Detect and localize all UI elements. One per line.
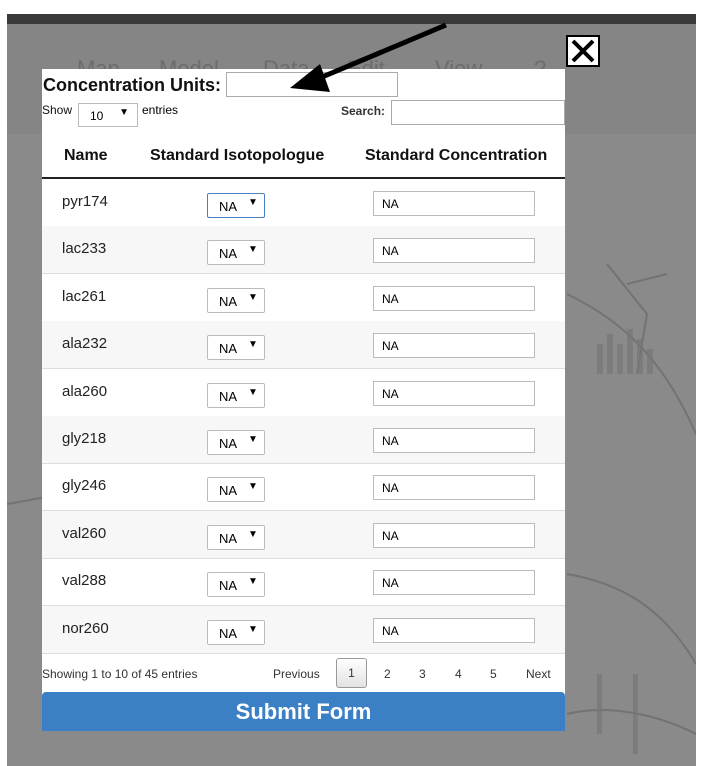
isotopologue-value: NA <box>219 436 238 451</box>
row-name: ala260 <box>62 382 108 400</box>
isotopologue-value: NA <box>219 293 238 309</box>
isotopologue-select[interactable]: NA ▼ <box>207 619 265 645</box>
caret-down-icon: ▼ <box>248 528 258 540</box>
concentration-value: NA <box>382 244 399 259</box>
row-name: nor260 <box>62 619 109 637</box>
concentration-input[interactable]: NA <box>373 285 535 311</box>
isotopologue-value: NA <box>219 483 238 499</box>
pagination-page-3[interactable]: 3 <box>419 667 426 681</box>
table-row: ala232 NA ▼ NA <box>42 321 565 370</box>
caret-down-icon: ▼ <box>248 481 258 493</box>
concentration-modal: Concentration Units: Show 10 ▼ entries S… <box>42 69 565 731</box>
search-input[interactable] <box>391 100 565 125</box>
concentration-value: NA <box>382 623 399 638</box>
isotopologue-value: NA <box>219 246 238 262</box>
concentration-value: NA <box>382 434 399 448</box>
concentration-value: NA <box>382 386 399 401</box>
isotopologue-value: NA <box>219 341 238 357</box>
header-standard-isotopologue[interactable]: Standard Isotopologue <box>150 147 324 165</box>
caret-down-icon: ▼ <box>248 291 258 303</box>
concentration-input[interactable]: NA <box>373 238 535 264</box>
caret-down-icon: ▼ <box>248 339 258 351</box>
isotopologue-select[interactable]: NA ▼ <box>207 193 265 218</box>
table-row: pyr174 NA ▼ NA <box>42 179 565 227</box>
entries-label: entries <box>142 103 179 117</box>
table-row: lac233 NA ▼ NA <box>42 226 565 275</box>
isotopologue-select[interactable]: NA ▼ <box>207 335 265 361</box>
pagination-next[interactable]: Next <box>526 667 551 681</box>
concentration-input[interactable]: NA <box>373 522 535 548</box>
concentration-value: NA <box>382 291 399 306</box>
isotopologue-value: NA <box>219 625 238 641</box>
concentration-input[interactable]: NA <box>373 428 535 453</box>
row-name: val288 <box>62 572 107 590</box>
isotopologue-value: NA <box>219 199 238 214</box>
isotopologue-select[interactable]: NA ▼ <box>207 430 265 455</box>
header-name[interactable]: Name <box>64 147 108 165</box>
pagination-page-5[interactable]: 5 <box>490 667 497 681</box>
caret-down-icon: ▼ <box>248 386 258 398</box>
row-name: ala232 <box>62 335 108 353</box>
isotopologue-select[interactable]: NA ▼ <box>207 240 265 266</box>
table-info: Showing 1 to 10 of 45 entries <box>42 667 198 681</box>
isotopologue-select[interactable]: NA ▼ <box>207 524 265 550</box>
submit-form-button[interactable]: Submit Form <box>42 692 565 731</box>
table-row: lac261 NA ▼ NA <box>42 274 565 322</box>
concentration-input[interactable]: NA <box>373 475 535 501</box>
page-length-value: 10 <box>90 109 104 123</box>
concentration-input[interactable]: NA <box>373 191 535 216</box>
concentration-value: NA <box>382 481 399 496</box>
pagination-previous[interactable]: Previous <box>273 667 320 681</box>
header-standard-concentration[interactable]: Standard Concentration <box>365 147 547 165</box>
isotopologue-select[interactable]: NA ▼ <box>207 572 265 598</box>
concentration-value: NA <box>382 197 399 211</box>
table-row: ala260 NA ▼ NA <box>42 369 565 417</box>
close-button[interactable] <box>566 35 600 67</box>
row-name: pyr174 <box>62 193 108 210</box>
row-name: gly218 <box>62 430 107 447</box>
row-name: val260 <box>62 524 107 542</box>
caret-down-icon: ▼ <box>248 197 258 208</box>
concentration-input[interactable]: NA <box>373 617 535 643</box>
concentration-value: NA <box>382 528 399 543</box>
isotopologue-value: NA <box>219 578 238 594</box>
row-name: lac261 <box>62 287 107 305</box>
caret-down-icon: ▼ <box>248 623 258 635</box>
concentration-value: NA <box>382 576 399 591</box>
pagination-page-1[interactable]: 1 <box>336 658 367 688</box>
table-row: nor260 NA ▼ NA <box>42 605 565 654</box>
concentration-input[interactable]: NA <box>373 333 535 359</box>
concentration-units-input[interactable] <box>226 72 398 97</box>
isotopologue-select[interactable]: NA ▼ <box>207 382 265 408</box>
close-icon <box>571 39 595 63</box>
page-length-select[interactable]: 10 ▼ <box>78 103 138 127</box>
table-row: gly246 NA ▼ NA <box>42 463 565 512</box>
isotopologue-select[interactable]: NA ▼ <box>207 287 265 313</box>
caret-down-icon: ▼ <box>119 107 129 118</box>
row-name: lac233 <box>62 240 107 258</box>
table-row: val288 NA ▼ NA <box>42 558 565 607</box>
concentration-input[interactable]: NA <box>373 570 535 596</box>
isotopologue-select[interactable]: NA ▼ <box>207 477 265 503</box>
pagination-page-2[interactable]: 2 <box>384 667 391 681</box>
concentration-value: NA <box>382 339 399 354</box>
isotopologue-value: NA <box>219 530 238 546</box>
concentration-units-label: Concentration Units: <box>43 75 221 95</box>
caret-down-icon: ▼ <box>248 434 258 445</box>
caret-down-icon: ▼ <box>248 244 258 256</box>
show-label: Show <box>42 103 73 117</box>
table-row: val260 NA ▼ NA <box>42 510 565 559</box>
caret-down-icon: ▼ <box>248 576 258 588</box>
row-name: gly246 <box>62 477 107 495</box>
isotopologue-value: NA <box>219 388 238 404</box>
pagination-page-4[interactable]: 4 <box>455 667 462 681</box>
table-header: Name Standard Isotopologue Standard Conc… <box>42 133 565 179</box>
concentration-input[interactable]: NA <box>373 380 535 406</box>
search-label: Search: <box>341 104 386 118</box>
table-row: gly218 NA ▼ NA <box>42 416 565 464</box>
